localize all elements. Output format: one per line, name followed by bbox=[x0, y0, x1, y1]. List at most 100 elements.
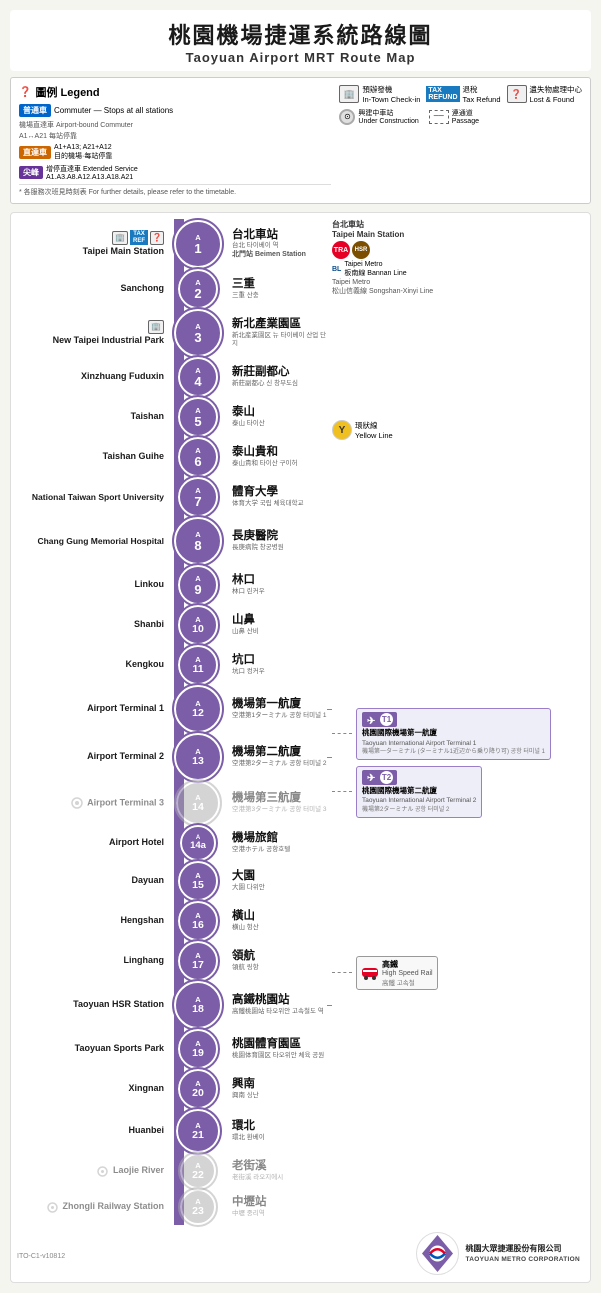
a21-en: Huanbei bbox=[17, 1125, 169, 1136]
a6-badge-wrap: A 6 bbox=[169, 437, 227, 477]
hsr-dash bbox=[332, 972, 352, 973]
a4-en: Xinzhuang Fuduxin bbox=[17, 371, 169, 382]
a4-zh: 新莊副都心 新莊副都心 신 창부도심 bbox=[227, 366, 327, 388]
legend-title: ❓ 圖例 Legend bbox=[19, 84, 331, 100]
station-a13: Airport Terminal 2 A 13 機場第二航廈 空港第2ターミナル… bbox=[17, 733, 327, 781]
a11-badge-wrap: A 11 bbox=[169, 645, 227, 685]
a13-badge: A 13 bbox=[174, 733, 222, 781]
a20-badge: A 20 bbox=[178, 1069, 218, 1109]
station-a22: Laojie River A 22 老街溪 老街溪 라오지에시 bbox=[17, 1153, 327, 1189]
hsr-box: 高鐵 High Speed Rail 高鐵 고속철 bbox=[356, 956, 438, 990]
a10-badge: A 10 bbox=[178, 605, 218, 645]
a16-en: Hengshan bbox=[17, 915, 169, 926]
a2-en-name: Sanchong bbox=[17, 283, 169, 294]
hsr-sub: 高鐵 고속철 bbox=[382, 977, 433, 987]
a7-en: National Taiwan Sport University bbox=[17, 492, 169, 503]
t1-desc: 機場第一ターミナル (ターミナル1近辺から乗り降り可) 공항 터미널 1 bbox=[362, 748, 545, 756]
a23-badge-wrap: A 23 bbox=[169, 1189, 227, 1225]
a6-zh: 泰山貴和 泰山貴和 타이산 구이허 bbox=[227, 446, 327, 468]
station-a20: Xingnan A 20 興南 興南 싱난 bbox=[17, 1069, 327, 1109]
right-annotations-column: 台北車站Taipei Main Station TRA HSR BL Taipe… bbox=[327, 219, 584, 1225]
a1-icons: 🏢 TAXREF ❓ bbox=[17, 230, 164, 245]
a21-badge: A 21 bbox=[176, 1109, 220, 1153]
a11-zh: 坑口 坑口 컹커우 bbox=[227, 654, 327, 676]
a7-zh: 體育大學 体育大学 국립 체육대학교 bbox=[227, 486, 327, 508]
a9-badge-wrap: A 9 bbox=[169, 565, 227, 605]
legend-express: 直達車 A1+A13; A21+A12 目的機場·每站停靠 bbox=[19, 144, 331, 161]
checkin-label: 預辦發機In-Town Check-in bbox=[362, 84, 420, 104]
a20-badge-wrap: A 20 bbox=[169, 1069, 227, 1109]
spacer-a4-a11 bbox=[332, 446, 584, 706]
tl-red-icon: TRA bbox=[332, 241, 350, 259]
station-a12: Airport Terminal 1 A 12 機場第一航廈 空港第1ターミナル… bbox=[17, 685, 327, 733]
taxrefund-service: TAXREFUND 退稅Tax Refund bbox=[426, 84, 500, 104]
title-en: Taoyuan Airport MRT Route Map bbox=[14, 50, 587, 65]
a5-zh: 泰山 泰山 타이산 bbox=[227, 406, 327, 428]
taipei-metro-icon-row: BL bbox=[332, 266, 341, 273]
a4-badge-wrap: A 4 bbox=[169, 357, 227, 397]
taxrefund-icon: TAXREFUND bbox=[426, 86, 459, 102]
a23-zh: 中壢站 中壢 중리역 bbox=[227, 1196, 327, 1218]
station-a21: Huanbei A 21 環北 環北 환베이 bbox=[17, 1109, 327, 1153]
lostandfound-icon: ❓ bbox=[507, 85, 527, 103]
a23-en: Zhongli Railway Station bbox=[17, 1201, 169, 1212]
logo-zh: 桃園大眾捷運股份有限公司 bbox=[465, 1243, 580, 1254]
a9-badge: A 9 bbox=[178, 565, 218, 605]
hsr-text: 高鐵 High Speed Rail 高鐵 고속철 bbox=[382, 959, 433, 987]
logo-box: 桃園大眾捷運股份有限公司 TAOYUAN METRO CORPORATION bbox=[415, 1231, 580, 1276]
a22-badge-wrap: A 22 bbox=[169, 1153, 227, 1189]
t1-en: Taoyuan International Airport Terminal 1 bbox=[362, 739, 545, 748]
station-a18: Taoyuan HSR Station A 18 高鐵桃園站 高鐵桃園站 타오위… bbox=[17, 981, 327, 1029]
a8-badge-wrap: A 8 bbox=[169, 517, 227, 565]
t2-header: ✈ T2 bbox=[362, 770, 476, 785]
a19-en: Taoyuan Sports Park bbox=[17, 1043, 169, 1054]
a17-zh: 領航 領航 링항 bbox=[227, 950, 327, 972]
checkin-service: 🏢 預辦發機In-Town Check-in bbox=[339, 84, 420, 104]
spacer-a14-a17 bbox=[332, 824, 584, 954]
a15-badge-wrap: A 15 bbox=[169, 861, 227, 901]
a1-badge-wrap: A 1 bbox=[169, 220, 227, 268]
t2-plane-icon: ✈ bbox=[366, 771, 378, 783]
a1-zh-name: 台北車站 台北 타이베이 역 北門站 Beimen Station bbox=[227, 229, 327, 260]
a4-badge: A 4 bbox=[178, 357, 218, 397]
doc-number: ITO-C1-v10812 bbox=[17, 1253, 65, 1260]
t1-dash bbox=[332, 733, 352, 734]
a12-badge: A 12 bbox=[174, 685, 222, 733]
terminal1-annotation: ✈ T1 桃園國際機場第一航廈 Taoyuan International Ai… bbox=[332, 708, 584, 760]
a1-en-name: 🏢 TAXREF ❓ Taipei Main Station bbox=[17, 230, 169, 257]
legend-box: ❓ 圖例 Legend 普通車 Commuter — Stops at all … bbox=[10, 77, 591, 204]
a2-zh: 三重 三重 산충 bbox=[227, 278, 327, 300]
taipei-transfer-icons: TRA HSR bbox=[332, 241, 584, 259]
station-a23: Zhongli Railway Station A 23 中壢站 中壢 중리역 bbox=[17, 1189, 327, 1225]
construction-icon: ⊙ bbox=[339, 109, 355, 125]
t2-title: 桃園國際機場第二航廈 bbox=[362, 786, 476, 797]
a13-zh: 機場第二航廈 空港第2ターミナル 공항 터미널 2 bbox=[227, 746, 327, 768]
a14a-zh: 機場旅館 空港ホテル 공항호텔 bbox=[227, 832, 327, 854]
a19-badge: A 19 bbox=[178, 1029, 218, 1069]
a22-icon bbox=[97, 1166, 108, 1177]
a6-badge: A 6 bbox=[178, 437, 218, 477]
station-a16: Hengshan A 16 橫山 横山 헝산 bbox=[17, 901, 327, 941]
hsr-annotation: 高鐵 High Speed Rail 高鐵 고속철 bbox=[332, 956, 584, 990]
commuter-badge: 普通車 bbox=[19, 104, 51, 117]
t1-title: 桃園國際機場第一航廈 bbox=[362, 728, 545, 739]
a3-en-name: 🏢 New Taipei Industrial Park bbox=[17, 320, 169, 346]
legend-bound: 機場直達車 Airport-bound Commuter A1↔A21 每站停靠 bbox=[19, 120, 331, 141]
a14-en: Airport Terminal 3 bbox=[17, 797, 169, 809]
a16-zh: 橫山 横山 헝산 bbox=[227, 910, 327, 932]
a12-zh: 機場第一航廈 空港第1ターミナル 공항 터미널 1 bbox=[227, 698, 327, 720]
a2-badge: A 2 bbox=[178, 269, 218, 309]
footer-area: ITO-C1-v10812 桃園大眾捷運股份有限公司 TAOYUAN METRO… bbox=[17, 1231, 584, 1276]
a14-construction-icon bbox=[71, 797, 83, 809]
songshan-label: Taipei Metro松山信義線 Songshan-Xinyi Line bbox=[332, 279, 584, 296]
a12-badge-wrap: A 12 bbox=[169, 685, 227, 733]
tl-hsr-icon: HSR bbox=[352, 241, 370, 259]
a9-zh: 林口 林口 린커우 bbox=[227, 574, 327, 596]
a18-zh: 高鐵桃園站 高鐵桃園站 타오위안 고속철도 역 bbox=[227, 994, 327, 1016]
a14-badge-wrap: A 14 bbox=[169, 781, 227, 825]
a11-en: Kengkou bbox=[17, 659, 169, 670]
station-a10: Shanbi A 10 山鼻 山鼻 산비 bbox=[17, 605, 327, 645]
yellow-line-label: 環狀線Yellow Line bbox=[355, 420, 393, 440]
terminal2-box: ✈ T2 桃園國際機場第二航廈 Taoyuan International Ai… bbox=[356, 766, 482, 818]
a14a-badge-wrap: A 14a bbox=[169, 825, 227, 861]
